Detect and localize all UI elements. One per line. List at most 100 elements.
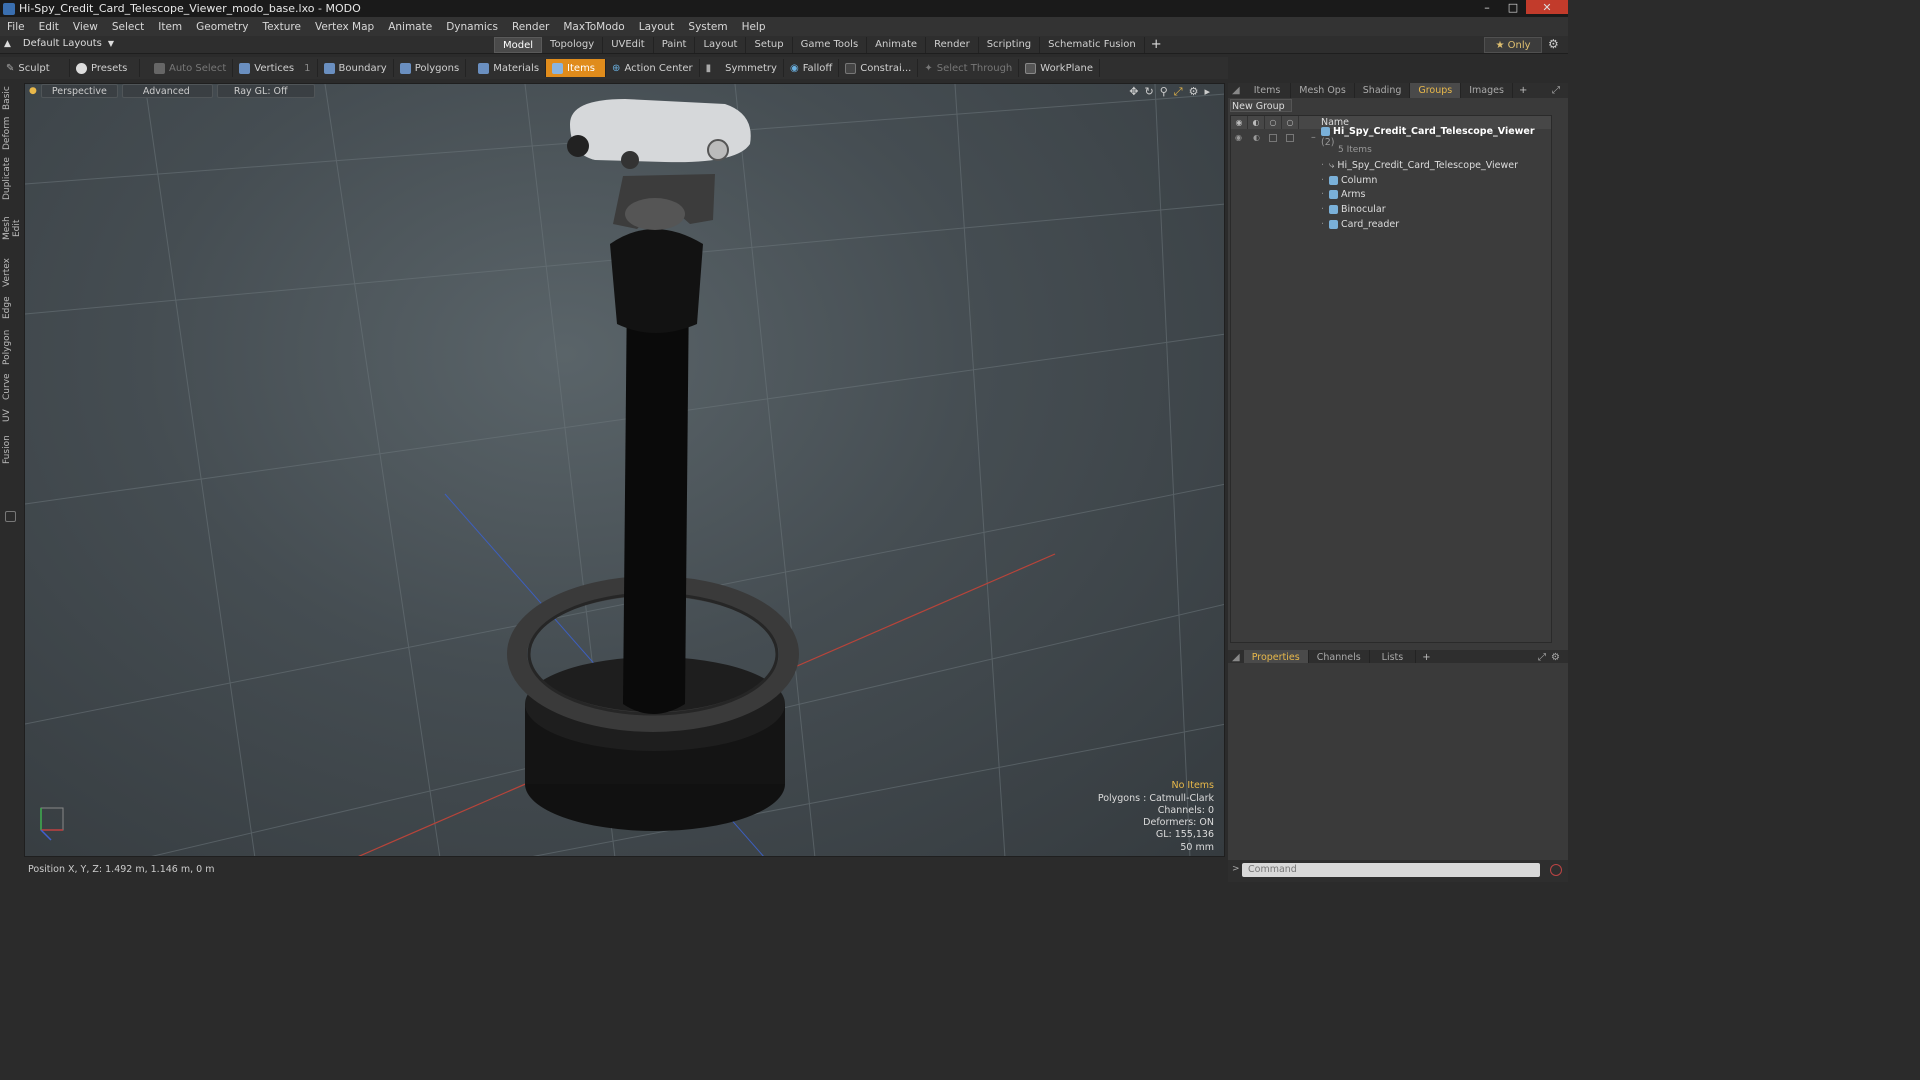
new-group-button[interactable]: New Group (1230, 99, 1292, 112)
tab-groups[interactable]: Groups (1410, 83, 1462, 98)
left-panel-toggle-icon[interactable] (5, 511, 16, 522)
menu-maxtomodo[interactable]: MaxToModo (556, 21, 631, 33)
tab-schematic-fusion[interactable]: Schematic Fusion (1040, 37, 1145, 53)
polygons-button[interactable]: Polygons (394, 59, 467, 77)
zoom-icon[interactable]: ⚲ (1160, 85, 1168, 99)
select-through-button[interactable]: ✦ Select Through (918, 59, 1020, 77)
presets-button[interactable]: Presets (70, 59, 140, 77)
materials-button[interactable]: Materials (472, 59, 547, 77)
list-item[interactable]: · Binocular (1231, 202, 1551, 217)
maximize-button[interactable]: □ (1500, 0, 1526, 14)
tab-mesh-ops[interactable]: Mesh Ops (1291, 83, 1355, 98)
gear-icon[interactable]: ⚙ (1548, 37, 1559, 51)
constraint-button[interactable]: Constrai... (839, 59, 919, 77)
visibility-column-icon[interactable]: ◉ (1231, 116, 1248, 129)
tab-game-tools[interactable]: Game Tools (793, 37, 868, 53)
tab-uvedit[interactable]: UVEdit (603, 37, 654, 53)
left-tab-deform[interactable]: Deform (2, 117, 18, 150)
menu-view[interactable]: View (66, 21, 105, 33)
layouts-dropdown[interactable]: ▲ Default Layouts ▼ (4, 38, 114, 49)
menu-file[interactable]: File (0, 21, 32, 33)
props-expand-icon[interactable]: ⤢ (1538, 652, 1546, 663)
tab-model[interactable]: Model (494, 37, 543, 53)
command-record-icon[interactable] (1550, 864, 1562, 876)
workplane-button[interactable]: WorkPlane (1019, 59, 1101, 77)
menu-animate[interactable]: Animate (381, 21, 439, 33)
only-toggle[interactable]: ★ Only (1484, 37, 1542, 53)
collapse-icon[interactable]: – (1311, 132, 1316, 143)
sculpt-button[interactable]: ✎ Sculpt (0, 59, 70, 77)
left-tab-fusion[interactable]: Fusion (2, 435, 18, 465)
lock-column-icon[interactable]: ○ (1265, 116, 1282, 129)
menu-texture[interactable]: Texture (256, 21, 308, 33)
tab-layout[interactable]: Layout (695, 37, 747, 53)
menu-render[interactable]: Render (505, 21, 556, 33)
raygl-button[interactable]: Ray GL: Off (216, 84, 315, 98)
viewport-options-icon[interactable]: ● (29, 84, 37, 98)
tab-shading[interactable]: Shading (1355, 83, 1411, 98)
menu-edit[interactable]: Edit (32, 21, 66, 33)
vertices-button[interactable]: Vertices 1 (233, 59, 318, 77)
info-deformers: Deformers: ON (1143, 817, 1214, 829)
items-button[interactable]: Items (546, 59, 607, 77)
add-tab-button[interactable]: + (1145, 37, 1168, 53)
root-visibility-icon[interactable]: ◉ (1235, 133, 1242, 142)
viewport-menu-icon[interactable]: ▸ (1204, 85, 1210, 99)
tab-setup[interactable]: Setup (746, 37, 793, 53)
left-tab-uv[interactable]: UV (2, 408, 18, 424)
left-tab-curve[interactable]: Curve (2, 373, 18, 401)
advanced-button[interactable]: Advanced (121, 84, 213, 98)
rotate-icon[interactable]: ↻ (1145, 85, 1154, 99)
root-render-icon[interactable]: ◐ (1253, 133, 1260, 142)
panel-collapse-icon[interactable]: ◢ (1228, 85, 1244, 96)
viewport-settings-icon[interactable]: ⚙ (1189, 85, 1199, 99)
symmetry-button[interactable]: ▮ Symmetry (700, 59, 784, 77)
list-item[interactable]: · Arms (1231, 187, 1551, 202)
left-tab-basic[interactable]: Basic (2, 86, 18, 110)
pan-icon[interactable]: ✥ (1129, 85, 1138, 99)
3d-viewport[interactable]: ● Perspective Advanced Ray GL: Off ✥ ↻ ⚲… (24, 83, 1225, 857)
root-select-box[interactable] (1286, 134, 1294, 142)
tab-scripting[interactable]: Scripting (979, 37, 1041, 53)
left-tab-duplicate[interactable]: Duplicate (2, 157, 18, 200)
root-lock-box[interactable] (1269, 134, 1277, 142)
falloff-button[interactable]: ◉ Falloff (784, 59, 840, 77)
boundary-button[interactable]: Boundary (318, 59, 394, 77)
menu-geometry[interactable]: Geometry (189, 21, 255, 33)
menu-dynamics[interactable]: Dynamics (439, 21, 505, 33)
props-gear-icon[interactable]: ⚙ (1551, 652, 1560, 663)
command-input[interactable]: Command (1242, 863, 1540, 877)
tab-render[interactable]: Render (926, 37, 979, 53)
tab-animate[interactable]: Animate (867, 37, 927, 53)
menu-help[interactable]: Help (735, 21, 773, 33)
tab-paint[interactable]: Paint (654, 37, 696, 53)
menu-vertex-map[interactable]: Vertex Map (308, 21, 381, 33)
menu-system[interactable]: System (681, 21, 734, 33)
add-props-tab-button[interactable]: + (1416, 652, 1436, 663)
view-mode-button[interactable]: Perspective (40, 84, 118, 98)
menu-item[interactable]: Item (151, 21, 189, 33)
select-column-icon[interactable]: ○ (1282, 116, 1299, 129)
left-tab-edge[interactable]: Edge (2, 295, 18, 321)
tab-topology[interactable]: Topology (542, 37, 604, 53)
auto-select-button[interactable]: Auto Select (148, 59, 234, 77)
close-button[interactable]: ✕ (1526, 0, 1568, 14)
maximize-viewport-icon[interactable]: ⤢ (1174, 85, 1183, 99)
menu-select[interactable]: Select (105, 21, 151, 33)
render-column-icon[interactable]: ◐ (1248, 116, 1265, 129)
tab-images[interactable]: Images (1461, 83, 1513, 98)
left-tab-vertex[interactable]: Vertex (2, 258, 18, 288)
minimize-button[interactable]: – (1474, 0, 1500, 14)
add-panel-tab-button[interactable]: + (1513, 85, 1533, 96)
menu-layout[interactable]: Layout (632, 21, 682, 33)
expand-panel-icon[interactable]: ⤢ (1552, 85, 1560, 96)
list-item[interactable]: · Column (1231, 173, 1551, 188)
tab-items[interactable]: Items (1244, 83, 1292, 98)
list-item[interactable]: · Card_reader (1231, 217, 1551, 232)
layout-collapse-icon[interactable]: ▲ (4, 39, 11, 49)
left-tab-mesh-edit[interactable]: Mesh Edit (2, 207, 22, 249)
action-center-button[interactable]: ⊕ Action Center (606, 59, 700, 77)
props-collapse-icon[interactable]: ◢ (1228, 652, 1244, 663)
left-tab-polygon[interactable]: Polygon (2, 328, 18, 366)
list-item[interactable]: · ⤷ Hi_Spy_Credit_Card_Telescope_Viewer (1231, 158, 1551, 173)
